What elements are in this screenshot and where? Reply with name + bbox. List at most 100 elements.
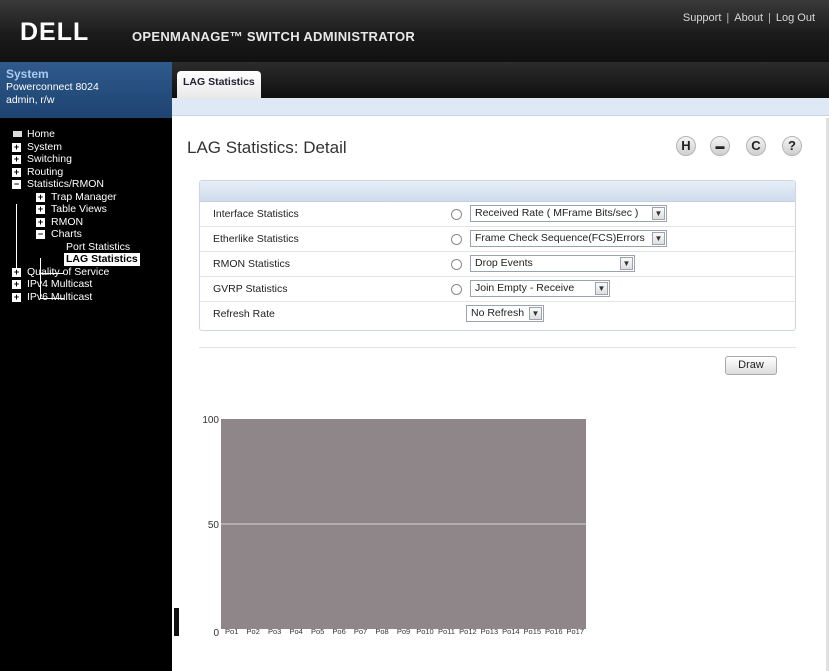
nav-item-trap-manager[interactable]: + Trap Manager bbox=[0, 191, 172, 204]
gvrp-statistics-select[interactable]: Join Empty - Receive ▼ bbox=[470, 280, 610, 297]
rmon-statistics-label: RMON Statistics bbox=[213, 258, 291, 270]
nav-item-charts[interactable]: − Charts bbox=[0, 228, 172, 241]
x-tick-label: Po10 bbox=[416, 627, 434, 636]
y-tick-label: 0 bbox=[213, 628, 219, 639]
about-link[interactable]: About bbox=[734, 12, 763, 24]
x-tick-label: Po11 bbox=[438, 627, 455, 636]
nav-item-ipv6-multicast[interactable]: + IPv6 Multicast bbox=[0, 291, 172, 304]
x-tick-label: Po8 bbox=[375, 627, 388, 636]
nav-label: System bbox=[27, 140, 63, 153]
app-title: OPENMANAGE™ SWITCH ADMINISTRATOR bbox=[132, 29, 416, 44]
lag-statistics-chart: 0 50 100 Po1 Po2 Po3 Po4 Po5 Po6 Po7 Po8 Po9 Po10 Po1… bbox=[202, 415, 586, 639]
x-tick-label: Po9 bbox=[397, 627, 410, 636]
etherlike-statistics-select[interactable]: Frame Check Sequence(FCS)Errors ▼ bbox=[470, 230, 667, 247]
x-tick-label: Po5 bbox=[311, 627, 324, 636]
x-tick-label: Po3 bbox=[268, 627, 281, 636]
nav-label: Charts bbox=[51, 228, 82, 240]
nav-label: LAG Statistics bbox=[64, 253, 140, 266]
system-title[interactable]: System bbox=[6, 67, 166, 81]
nav-item-system[interactable]: + System bbox=[0, 141, 172, 154]
x-tick-label: Po6 bbox=[332, 627, 345, 636]
nav-item-statistics-rmon[interactable]: − Statistics/RMON bbox=[0, 178, 172, 191]
gvrp-statistics-label: GVRP Statistics bbox=[213, 283, 288, 295]
nav-tree: Home + System + Switching + Routing − St… bbox=[0, 118, 172, 671]
x-tick-label: Po13 bbox=[481, 627, 499, 636]
nav-item-lag-statistics[interactable]: LAG Statistics bbox=[0, 253, 172, 266]
nav-item-quality-of-service[interactable]: + Quality of Service bbox=[0, 266, 172, 279]
top-links: Support | About | Log Out bbox=[683, 12, 815, 24]
nav-item-table-views[interactable]: + Table Views bbox=[0, 203, 172, 216]
interface-statistics-select[interactable]: Received Rate ( MFrame Bits/sec ) ▼ bbox=[470, 205, 667, 222]
refresh-icon[interactable]: C bbox=[746, 136, 766, 156]
expand-icon[interactable]: + bbox=[12, 280, 21, 289]
tab-strip bbox=[172, 98, 829, 116]
nav-label: Port Statistics bbox=[66, 240, 131, 253]
dell-logo: DELL bbox=[20, 18, 90, 46]
link-separator: | bbox=[726, 12, 730, 24]
x-tick-label: Po15 bbox=[524, 627, 542, 636]
collapse-icon[interactable]: − bbox=[36, 230, 45, 239]
chevron-down-icon: ▼ bbox=[620, 257, 633, 270]
refresh-rate-select[interactable]: No Refresh ▼ bbox=[466, 305, 544, 322]
x-tick-label: Po7 bbox=[354, 627, 367, 636]
nav-label: Home bbox=[27, 128, 56, 140]
nav-item-routing[interactable]: + Routing bbox=[0, 166, 172, 179]
resize-handle[interactable] bbox=[174, 608, 179, 636]
x-tick-label: Po12 bbox=[459, 627, 477, 636]
system-info-box: System Powerconnect 8024 admin, r/w bbox=[0, 62, 172, 118]
chevron-down-icon: ▼ bbox=[529, 307, 542, 320]
etherlike-statistics-row: Etherlike Statistics Frame Check Sequenc… bbox=[200, 227, 795, 252]
tab-lag-statistics[interactable]: LAG Statistics bbox=[177, 71, 261, 98]
nav-item-ipv4-multicast[interactable]: + IPv4 Multicast bbox=[0, 278, 172, 291]
expand-icon[interactable]: + bbox=[12, 155, 21, 164]
print-icon[interactable]: ▬ bbox=[710, 136, 730, 156]
nav-label: Trap Manager bbox=[51, 190, 117, 203]
x-tick-label: Po4 bbox=[289, 627, 302, 636]
nav-label: Quality of Service bbox=[27, 265, 110, 278]
y-tick-label: 50 bbox=[208, 520, 220, 531]
select-value: Frame Check Sequence(FCS)Errors bbox=[475, 232, 645, 244]
refresh-rate-label: Refresh Rate bbox=[213, 308, 275, 320]
select-value: No Refresh bbox=[471, 307, 525, 319]
x-tick-label: Po16 bbox=[545, 627, 563, 636]
rmon-statistics-radio[interactable] bbox=[451, 259, 462, 270]
interface-statistics-row: Interface Statistics Received Rate ( MFr… bbox=[200, 202, 795, 227]
nav-label: Statistics/RMON bbox=[27, 178, 105, 190]
form-header bbox=[200, 181, 795, 202]
nav-item-switching[interactable]: + Switching bbox=[0, 153, 172, 166]
save-icon[interactable]: H bbox=[676, 136, 696, 156]
nav-item-home[interactable]: Home bbox=[0, 128, 172, 141]
gvrp-statistics-radio[interactable] bbox=[451, 284, 462, 295]
x-tick-label: Po14 bbox=[502, 627, 520, 636]
etherlike-statistics-radio[interactable] bbox=[451, 234, 462, 245]
etherlike-statistics-label: Etherlike Statistics bbox=[213, 233, 299, 245]
interface-statistics-radio[interactable] bbox=[451, 209, 462, 220]
collapse-icon[interactable]: − bbox=[12, 180, 21, 189]
rmon-statistics-select[interactable]: Drop Events ▼ bbox=[470, 255, 635, 272]
draw-button[interactable]: Draw bbox=[725, 356, 777, 375]
nav-label: RMON bbox=[51, 215, 84, 228]
support-link[interactable]: Support bbox=[683, 12, 722, 24]
expand-icon[interactable]: + bbox=[12, 167, 21, 177]
expand-icon[interactable]: + bbox=[36, 192, 45, 202]
logout-link[interactable]: Log Out bbox=[776, 12, 815, 24]
interface-statistics-label: Interface Statistics bbox=[213, 208, 299, 220]
nav-label: IPv6 Multicast bbox=[27, 290, 93, 303]
rmon-statistics-row: RMON Statistics Drop Events ▼ bbox=[200, 252, 795, 277]
system-user: admin, r/w bbox=[6, 94, 55, 106]
expand-icon[interactable]: + bbox=[12, 267, 21, 277]
chevron-down-icon: ▼ bbox=[652, 232, 665, 245]
help-icon[interactable]: ? bbox=[782, 136, 802, 156]
expand-icon[interactable]: + bbox=[36, 217, 45, 227]
app-header: DELL OPENMANAGE™ SWITCH ADMINISTRATOR Su… bbox=[0, 0, 829, 62]
y-tick-label: 100 bbox=[202, 415, 219, 426]
expand-icon[interactable]: + bbox=[12, 292, 21, 302]
home-icon bbox=[13, 131, 22, 137]
expand-icon[interactable]: + bbox=[12, 142, 21, 152]
nav-label: IPv4 Multicast bbox=[27, 278, 93, 290]
system-model: Powerconnect 8024 bbox=[6, 81, 99, 93]
nav-item-port-statistics[interactable]: Port Statistics bbox=[0, 241, 172, 254]
nav-item-rmon[interactable]: + RMON bbox=[0, 216, 172, 229]
x-tick-label: Po17 bbox=[566, 627, 584, 636]
expand-icon[interactable]: + bbox=[36, 205, 45, 214]
